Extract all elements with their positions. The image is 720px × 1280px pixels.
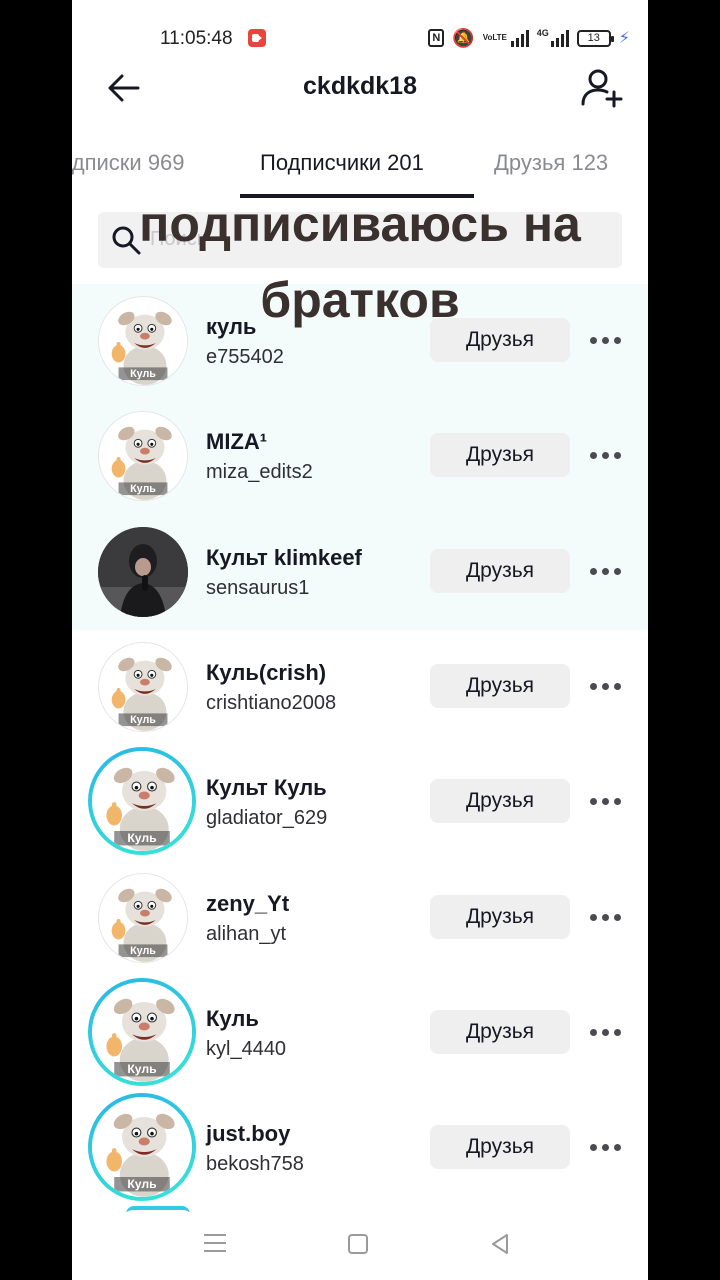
more-options-icon[interactable] — [586, 901, 626, 933]
more-options-icon[interactable] — [586, 1131, 626, 1163]
signal-icon — [510, 29, 529, 47]
booba-character-icon: Куль — [92, 981, 192, 1082]
home-icon[interactable] — [348, 1234, 368, 1254]
signal-icon-2 — [550, 29, 569, 47]
charging-icon: ⚡ — [618, 30, 630, 47]
follower-row[interactable]: Куль zeny_Yt alihan_yt Друзья — [72, 861, 648, 976]
page-title: ckdkdk18 — [303, 72, 417, 100]
svg-text:Куль: Куль — [130, 714, 156, 726]
avatar[interactable]: Куль — [98, 411, 188, 502]
follower-name[interactable]: MIZA¹ — [206, 429, 267, 455]
nfc-icon: N — [428, 29, 445, 47]
add-user-icon[interactable] — [580, 66, 624, 110]
more-options-icon[interactable] — [586, 1016, 626, 1048]
avatar[interactable]: Куль — [88, 1093, 196, 1201]
more-options-icon[interactable] — [586, 555, 626, 587]
top-bar: ckdkdk18 — [72, 60, 648, 120]
follower-name[interactable]: Культ Куль — [206, 775, 327, 801]
follower-handle: kyl_4440 — [206, 1037, 287, 1060]
svg-text:Куль: Куль — [130, 483, 156, 495]
more-options-icon[interactable] — [586, 785, 626, 817]
friends-button[interactable]: Друзья — [430, 1009, 570, 1054]
follower-handle: gladiator_629 — [206, 807, 328, 830]
profile-photo-icon — [98, 526, 188, 617]
follower-row[interactable]: Куль MIZA¹ miza_edits2 Друзья — [72, 399, 648, 514]
menu-icon[interactable] — [204, 1234, 226, 1254]
nav-back-icon[interactable] — [488, 1232, 512, 1256]
friends-button[interactable]: Друзья — [430, 894, 570, 939]
avatar[interactable] — [98, 526, 188, 617]
svg-text:Куль: Куль — [130, 368, 156, 380]
volte-icon: VoLTE — [482, 33, 507, 42]
booba-character-icon: Куль — [99, 412, 187, 501]
tab-followers[interactable]: Подписчики 201 — [260, 150, 424, 176]
tab-friends[interactable]: Друзья 123 — [494, 150, 608, 176]
follower-handle: alihan_yt — [206, 922, 287, 945]
phone-screen: 11:05:48 N 🔕 VoLTE 4G 13 ⚡ ckdkdk18 одпи… — [72, 0, 648, 1280]
battery-icon: 13 — [576, 29, 614, 47]
screen-record-icon — [248, 29, 266, 47]
mute-icon: 🔕 — [452, 28, 475, 48]
follower-handle: crishtiano2008 — [206, 691, 337, 714]
status-time: 11:05:48 — [160, 28, 233, 49]
follower-row[interactable]: Культ klimkeef sensaurus1 Друзья — [72, 515, 648, 630]
follower-row[interactable]: Куль Куль(crish) crishtiano2008 Друзья — [72, 630, 648, 745]
friends-button[interactable]: Друзья — [430, 1125, 570, 1170]
tab-following[interactable]: одписки 969 — [72, 150, 185, 176]
svg-text:Куль: Куль — [127, 831, 156, 845]
follower-row[interactable]: Куль Куль kyl_4440 Друзья — [72, 976, 648, 1091]
network-type-label: 4G — [536, 28, 549, 38]
friends-button[interactable]: Друзья — [430, 779, 570, 824]
follower-row[interactable]: Куль just.boy bekosh758 Друзья — [72, 1091, 648, 1206]
system-icons: N 🔕 VoLTE 4G 13 ⚡ — [428, 28, 630, 48]
more-options-icon[interactable] — [586, 670, 626, 702]
booba-character-icon: Куль — [99, 642, 187, 731]
svg-text:Куль: Куль — [127, 1062, 156, 1076]
system-nav-bar — [72, 1212, 648, 1280]
follower-handle: bekosh758 — [206, 1153, 304, 1176]
follower-name[interactable]: Куль(crish) — [206, 660, 326, 686]
follower-handle: miza_edits2 — [206, 461, 313, 484]
more-options-icon[interactable] — [586, 439, 626, 471]
follower-name[interactable]: just.boy — [206, 1121, 290, 1147]
follower-row[interactable]: Куль Культ Куль gladiator_629 Друзья — [72, 745, 648, 860]
avatar[interactable]: Куль — [88, 747, 196, 855]
svg-text:Куль: Куль — [130, 945, 156, 957]
avatar[interactable]: Куль — [98, 641, 188, 732]
booba-character-icon: Куль — [99, 873, 187, 962]
overlay-caption-line-2: братков — [260, 272, 460, 328]
svg-text:Куль: Куль — [127, 1177, 156, 1191]
avatar[interactable]: Куль — [98, 872, 188, 963]
follower-handle: sensaurus1 — [206, 576, 310, 599]
avatar[interactable]: Куль — [88, 978, 196, 1086]
booba-character-icon: Куль — [92, 1097, 192, 1198]
follower-name[interactable]: Куль — [206, 1006, 259, 1032]
friends-button[interactable]: Друзья — [430, 663, 570, 708]
overlay-caption-line-1: подписиваюсь на — [139, 196, 581, 252]
friends-button[interactable]: Друзья — [430, 548, 570, 593]
friends-button[interactable]: Друзья — [430, 433, 570, 478]
booba-character-icon: Куль — [92, 751, 192, 852]
follower-name[interactable]: Культ klimkeef — [206, 545, 362, 571]
follower-name[interactable]: zeny_Yt — [206, 891, 289, 917]
follower-handle: e755402 — [206, 346, 284, 368]
